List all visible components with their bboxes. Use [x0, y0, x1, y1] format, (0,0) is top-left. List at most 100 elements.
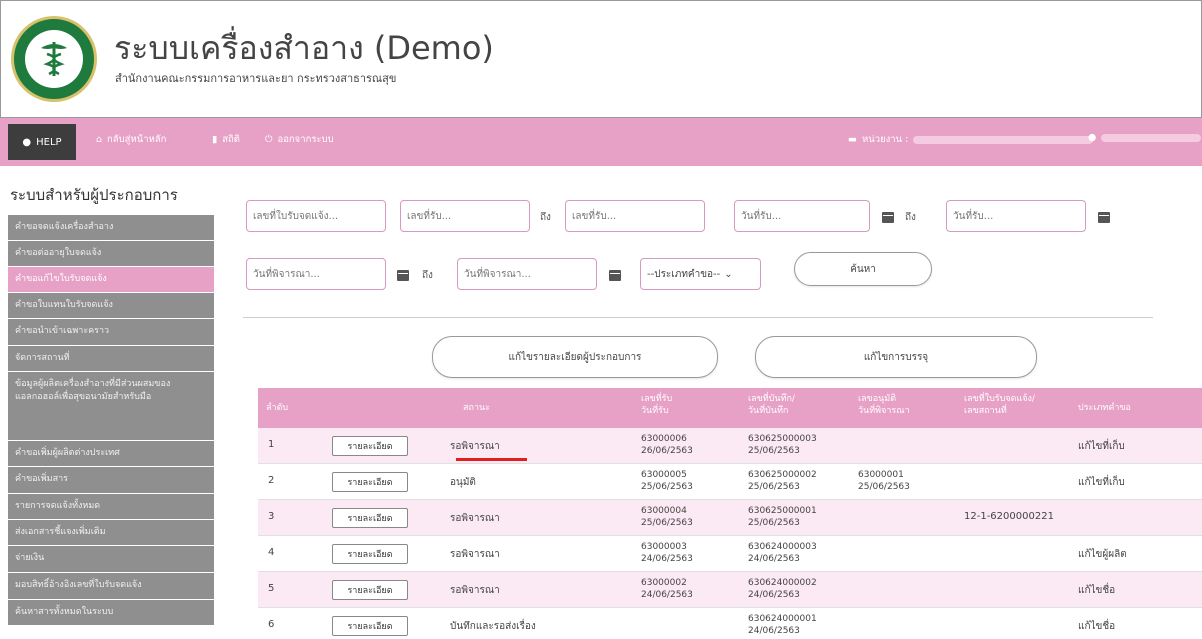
- nav-agency: ▬ หน่วยงาน :: [848, 132, 1094, 147]
- request-type: แก้ไขผู้ผลิต: [1078, 549, 1127, 560]
- row-number: 6: [268, 619, 275, 630]
- status-highlight-underline: [456, 458, 527, 461]
- row-number: 3: [268, 511, 275, 522]
- nav-user[interactable]: ●: [1088, 132, 1202, 143]
- receive-date: 24/06/2563: [641, 590, 693, 600]
- record-number: 630624000002: [748, 578, 817, 588]
- sidebar-item[interactable]: คำขอเพิ่มสาร: [8, 467, 214, 494]
- power-icon: ⏻: [265, 134, 273, 145]
- table-row: 1 รายละเอียด รอพิจารณา 63000006 26/06/2563 63…: [258, 428, 1202, 464]
- row-number: 2: [268, 475, 275, 486]
- sidebar-item[interactable]: จ่ายเงิน: [8, 546, 214, 573]
- sidebar-item[interactable]: คำขอใบแทนใบรับจดแจ้ง: [8, 293, 214, 319]
- chevron-down-icon: ⌄: [724, 268, 733, 280]
- status-text: รอพิจารณา: [450, 549, 500, 560]
- search-button[interactable]: ค้นหา: [794, 252, 932, 286]
- record-date: 25/06/2563: [748, 446, 800, 456]
- detail-button[interactable]: รายละเอียด: [332, 508, 408, 528]
- record-number: 630625000002: [748, 470, 817, 480]
- calendar-icon[interactable]: [1098, 212, 1110, 223]
- user-name-redacted: [1101, 133, 1202, 142]
- receive-number-to-input[interactable]: เลขที่รับ...: [565, 200, 705, 232]
- detail-button[interactable]: รายละเอียด: [332, 580, 408, 600]
- status-text: อนุมัติ: [450, 477, 476, 488]
- to-label: ถึง: [540, 212, 551, 223]
- header-approve: เลขอนุมัติ วันที่พิจารณา: [858, 394, 910, 416]
- edit-package-button[interactable]: แก้ไขการบรรจุ: [755, 336, 1037, 378]
- header-record: เลขที่บันทึก/ วันที่บันทึก: [748, 394, 795, 416]
- notify-number-input[interactable]: เลขที่ใบรับจดแจ้ง...: [246, 200, 386, 232]
- sidebar-item[interactable]: ค้นหาสารทั้งหมดในระบบ: [8, 600, 214, 626]
- approve-date: 25/06/2563: [858, 482, 910, 492]
- consider-date-from-input[interactable]: วันที่พิจารณา...: [246, 258, 386, 290]
- detail-button[interactable]: รายละเอียด: [332, 616, 408, 636]
- building-icon: ▬: [848, 134, 857, 145]
- sidebar-title: ระบบสำหรับผู้ประกอบการ: [10, 186, 178, 204]
- app-subtitle: สำนักงานคณะกรรมการอาหารและยา กระทรวงสาธา…: [115, 72, 397, 85]
- request-type: แก้ไขชื่อ: [1078, 621, 1116, 632]
- receive-number: 63000006: [641, 434, 687, 444]
- info-circle-icon: ●: [22, 136, 32, 148]
- receive-date-from-input[interactable]: วันที่รับ...: [734, 200, 870, 232]
- header-notify: เลขที่ใบรับจดแจ้ง/ เลขสถานที่: [964, 394, 1035, 416]
- nav-logout[interactable]: ⏻ ออกจากระบบ: [265, 132, 334, 147]
- sidebar-item[interactable]: คำขอต่ออายุใบจดแจ้ง: [8, 241, 214, 267]
- caduceus-icon: [41, 42, 67, 76]
- receive-date-to-input[interactable]: วันที่รับ...: [946, 200, 1086, 232]
- status-text: รอพิจารณา: [450, 585, 500, 596]
- user-icon: ●: [1088, 132, 1097, 143]
- receive-number: 63000005: [641, 470, 687, 480]
- status-text: รอพิจารณา: [450, 441, 500, 452]
- sidebar-item[interactable]: จัดการสถานที่: [8, 346, 214, 372]
- ministry-logo: [11, 16, 97, 102]
- receive-number-from-input[interactable]: เลขที่รับ...: [400, 200, 530, 232]
- request-type-select[interactable]: --ประเภทคำขอ-- ⌄: [640, 258, 761, 290]
- sidebar-item[interactable]: ข้อมูลผู้ผลิตเครื่องสำอางที่มีส่วนผสมของ…: [8, 372, 214, 441]
- record-number: 630625000003: [748, 434, 817, 444]
- record-date: 24/06/2563: [748, 554, 800, 564]
- table-row: 2 รายละเอียด อนุมัติ 63000005 25/06/2563 6306…: [258, 464, 1202, 500]
- sidebar-item[interactable]: คำขอเพิ่มผู้ผลิตต่างประเทศ: [8, 441, 214, 467]
- sidebar-item[interactable]: คำขอจดแจ้งเครื่องสำอาง: [8, 215, 214, 241]
- receive-number: 63000002: [641, 578, 687, 588]
- sidebar-item[interactable]: รายการจดแจ้งทั้งหมด: [8, 494, 214, 520]
- home-icon: ⌂: [96, 134, 103, 145]
- detail-button[interactable]: รายละเอียด: [332, 472, 408, 492]
- header-type: ประเภทคำขอ: [1078, 403, 1131, 413]
- nav-home[interactable]: ⌂ กลับสู่หน้าหลัก: [96, 132, 166, 147]
- record-number: 630624000001: [748, 614, 817, 624]
- notify-number: 12-1-6200000221: [964, 511, 1054, 522]
- header-status: สถานะ: [463, 403, 490, 413]
- edit-operator-button[interactable]: แก้ไขรายละเอียดผู้ประกอบการ: [432, 336, 718, 378]
- consider-date-to-input[interactable]: วันที่พิจารณา...: [457, 258, 597, 290]
- app-title: ระบบเครื่องสำอาง (Demo): [114, 29, 494, 67]
- sidebar-item[interactable]: มอบสิทธิ์อ้างอิงเลขที่ใบรับจดแจ้ง: [8, 573, 214, 600]
- calendar-icon[interactable]: [609, 270, 621, 281]
- request-type: แก้ไขที่เก็บ: [1078, 477, 1125, 488]
- calendar-icon[interactable]: [882, 212, 894, 223]
- divider: [243, 317, 1153, 318]
- detail-button[interactable]: รายละเอียด: [332, 436, 408, 456]
- bar-chart-icon: ▮: [212, 134, 218, 145]
- sidebar-item-active[interactable]: คำขอแก้ไขใบรับจดแจ้ง: [8, 267, 214, 293]
- table-row: 4 รายละเอียด รอพิจารณา 63000003 24/06/2563 63…: [258, 536, 1202, 572]
- sidebar-item[interactable]: ส่งเอกสารชี้แจงเพิ่มเติม: [8, 520, 214, 546]
- detail-button[interactable]: รายละเอียด: [332, 544, 408, 564]
- receive-date: 25/06/2563: [641, 518, 693, 528]
- record-number: 630624000003: [748, 542, 817, 552]
- record-date: 25/06/2563: [748, 518, 800, 528]
- table-row: 5 รายละเอียด รอพิจารณา 63000002 24/06/2563 63…: [258, 572, 1202, 608]
- nav-stats[interactable]: ▮ สถิติ: [212, 132, 240, 147]
- table-row: 6 รายละเอียด บันทึกและรอส่งเรื่อง 630624000…: [258, 608, 1202, 639]
- approve-number: 63000001: [858, 470, 904, 480]
- sidebar-item[interactable]: คำขอนำเข้าเฉพาะคราว: [8, 319, 214, 346]
- request-type: แก้ไขที่เก็บ: [1078, 441, 1125, 452]
- help-button[interactable]: ● HELP: [8, 124, 76, 160]
- record-date: 24/06/2563: [748, 626, 800, 636]
- header-receive: เลขที่รับ วันที่รับ: [641, 394, 673, 416]
- app-header: ระบบเครื่องสำอาง (Demo) สำนักงานคณะกรรมก…: [0, 0, 1202, 118]
- calendar-icon[interactable]: [397, 270, 409, 281]
- record-number: 630625000001: [748, 506, 817, 516]
- receive-date: 24/06/2563: [641, 554, 693, 564]
- row-number: 1: [268, 439, 275, 450]
